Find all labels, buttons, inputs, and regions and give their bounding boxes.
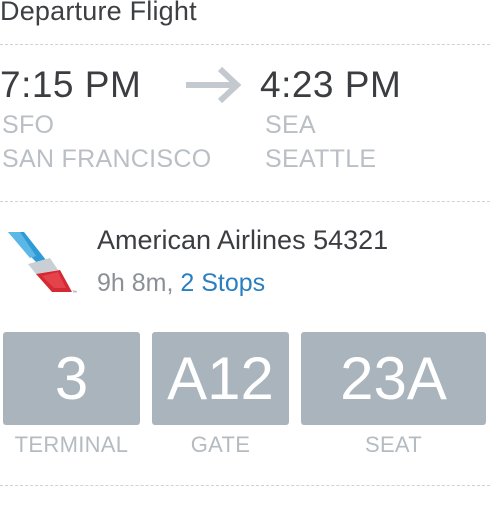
terminal-label: TERMINAL [14, 432, 129, 457]
divider-bottom [0, 485, 490, 486]
svg-text:™: ™ [72, 290, 77, 296]
divider-middle [0, 201, 490, 202]
seat-value: 23A [340, 345, 447, 412]
flight-duration: 9h 8m, [97, 269, 174, 297]
section-title: Departure Flight [0, 0, 197, 26]
terminal-value: 3 [54, 345, 89, 412]
stops-link[interactable]: 2 Stops [180, 269, 265, 297]
seat-label: SEAT [364, 432, 423, 457]
gate-label: GATE [190, 432, 251, 457]
departure-airport-code: SFO [2, 111, 55, 139]
departure-city: SAN FRANCISCO [2, 145, 212, 173]
arrow-right-icon [186, 66, 242, 104]
gate-box: A12 [152, 332, 289, 425]
departure-flight-card: Departure Flight 7:15 PM SFO SAN FRANCIS… [0, 0, 490, 531]
divider-top [0, 44, 490, 45]
arrival-airport-code: SEA [265, 111, 316, 139]
gate-value: A12 [167, 345, 274, 412]
departure-time: 7:15 PM [0, 64, 142, 105]
arrival-city: SEATTLE [265, 145, 377, 173]
terminal-box: 3 [3, 332, 140, 425]
seat-box: 23A [301, 332, 486, 425]
arrival-time: 4:23 PM [260, 64, 402, 105]
flight-duration-line: 9h 8m, 2 Stops [97, 269, 265, 298]
airline-flight-number: American Airlines 54321 [97, 225, 389, 255]
american-airlines-logo-icon: ™ [8, 232, 77, 296]
